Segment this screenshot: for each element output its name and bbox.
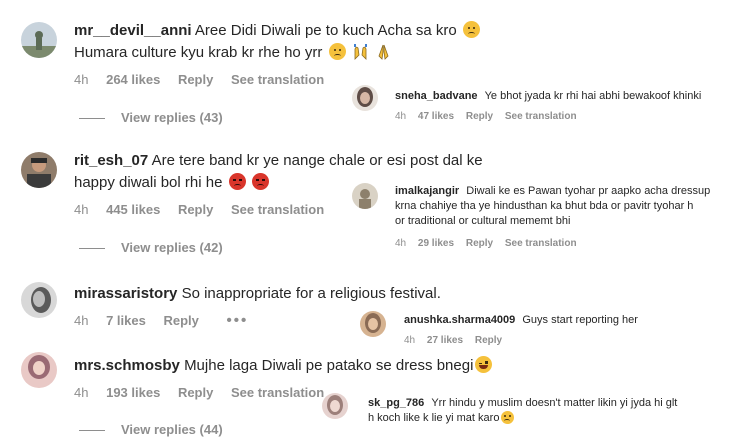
comment-meta: 4h 445 likes Reply See translation (74, 202, 338, 217)
comment-body: Are tere band kr ye nange chale or esi p… (151, 152, 483, 169)
laughing-face-emoji (475, 356, 493, 373)
folded-hands-emoji (375, 43, 392, 60)
likes-count[interactable]: 193 likes (106, 385, 160, 400)
angry-face-emoji (228, 173, 246, 190)
avatar[interactable] (21, 152, 57, 188)
avatar[interactable] (21, 352, 57, 388)
comment-text: mrs.schmosby Mujhe laga Diwali pe patako… (74, 355, 524, 377)
reply-username[interactable]: sneha_badvane (395, 90, 478, 102)
reply-text: anushka.sharma4009 Guys start reporting … (404, 313, 744, 328)
reply-time: 4h (395, 238, 407, 249)
see-translation-button[interactable]: See translation (231, 385, 324, 400)
reply-time: 4h (404, 335, 416, 346)
sad-face-emoji (328, 43, 346, 60)
reply-button[interactable]: Reply (466, 111, 493, 122)
comment-username[interactable]: rit_esh_07 (74, 152, 148, 169)
reply-body: Yrr hindu y muslim doesn't matter likin … (431, 397, 678, 409)
comment-text: mr__devil__anni Aree Didi Diwali pe to k… (74, 20, 524, 42)
see-translation-button[interactable]: See translation (231, 72, 324, 87)
comment-body-line2: happy diwali bol rhi he (74, 174, 223, 191)
view-replies-button[interactable]: View replies (42) (79, 240, 223, 255)
avatar[interactable] (360, 311, 386, 337)
divider-line (79, 430, 105, 432)
divider-line (79, 248, 105, 250)
avatar[interactable] (21, 22, 57, 58)
more-options-icon[interactable]: ••• (227, 312, 249, 329)
comment-body: So inappropriate for a religious festiva… (181, 285, 441, 302)
comment-username[interactable]: mrs.schmosby (74, 357, 180, 374)
comment-time: 4h (74, 72, 89, 87)
comment-body-line2: Humara culture kyu krab kr rhe ho yrr (74, 44, 323, 61)
reply-meta: 4h 27 likes Reply (404, 335, 511, 346)
reply-body-line2: krna chahiye tha ye hindusthan ka bhut b… (395, 200, 694, 212)
likes-count[interactable]: 47 likes (418, 111, 454, 122)
see-translation-button[interactable]: See translation (231, 202, 324, 217)
avatar[interactable] (21, 282, 57, 318)
comment-meta: 4h 264 likes Reply See translation (74, 72, 338, 87)
reply-username[interactable]: anushka.sharma4009 (404, 314, 515, 326)
avatar[interactable] (322, 393, 348, 419)
avatar[interactable] (352, 85, 378, 111)
reply-body: Guys start reporting her (522, 314, 638, 326)
likes-count[interactable]: 7 likes (106, 313, 146, 328)
reply-body: Diwali ke es Pawan tyohar pr aapko acha … (466, 185, 711, 197)
reply-text: imalkajangir Diwali ke es Pawan tyohar p… (395, 184, 740, 229)
likes-count[interactable]: 27 likes (427, 335, 463, 346)
avatar[interactable] (352, 183, 378, 209)
see-translation-button[interactable]: See translation (505, 238, 577, 249)
sad-face-emoji (462, 21, 480, 38)
comment-username[interactable]: mr__devil__anni (74, 22, 192, 39)
comment-meta: 4h 193 likes Reply See translation (74, 385, 338, 400)
reply-body-line3: or traditional or cultural mememt bhi (395, 215, 571, 227)
view-replies-label: View replies (42) (121, 240, 223, 255)
view-replies-label: View replies (43) (121, 110, 223, 125)
reply-button[interactable]: Reply (475, 335, 502, 346)
reply-button[interactable]: Reply (178, 385, 213, 400)
likes-count[interactable]: 445 likes (106, 202, 160, 217)
reply-meta: 4h 47 likes Reply See translation (395, 111, 586, 122)
view-replies-label: View replies (44) (121, 422, 223, 437)
comment-text-line2: Humara culture kyu krab kr rhe ho yrr (74, 42, 524, 64)
comment-time: 4h (74, 385, 89, 400)
reply-username[interactable]: imalkajangir (395, 185, 459, 197)
likes-count[interactable]: 29 likes (418, 238, 454, 249)
reply-meta: 4h 29 likes Reply See translation (395, 238, 586, 249)
reply-username[interactable]: sk_pg_786 (368, 397, 424, 409)
comment-body: Aree Didi Diwali pe to kuch Acha sa kro (194, 22, 457, 39)
reply-button[interactable]: Reply (178, 202, 213, 217)
see-translation-button[interactable]: See translation (505, 111, 577, 122)
reply-button[interactable]: Reply (178, 72, 213, 87)
divider-line (79, 118, 105, 120)
reply-button[interactable]: Reply (163, 313, 198, 328)
raised-hands-emoji (352, 43, 369, 60)
comment-text: mirassaristory So inappropriate for a re… (74, 283, 524, 305)
comment-body: Mujhe laga Diwali pe patako se dress bne… (184, 357, 474, 374)
reply-button[interactable]: Reply (466, 238, 493, 249)
sad-face-emoji (501, 411, 515, 424)
reply-time: 4h (395, 111, 407, 122)
view-replies-button[interactable]: View replies (43) (79, 110, 223, 125)
reply-body-line2: h koch like k lie yi mat karo (368, 412, 500, 424)
comment-time: 4h (74, 313, 89, 328)
reply-text: sneha_badvane Ye bhot jyada kr rhi hai a… (395, 89, 740, 104)
reply-body: Ye bhot jyada kr rhi hai abhi bewakoof k… (484, 90, 702, 102)
comment-meta: 4h 7 likes Reply ••• (74, 312, 262, 329)
angry-face-emoji (251, 173, 269, 190)
view-replies-button[interactable]: View replies (44) (79, 422, 223, 437)
reply-text: sk_pg_786 Yrr hindu y muslim doesn't mat… (368, 396, 740, 426)
comment-time: 4h (74, 202, 89, 217)
comment-username[interactable]: mirassaristory (74, 285, 177, 302)
comment-text: rit_esh_07 Are tere band kr ye nange cha… (74, 150, 524, 172)
likes-count[interactable]: 264 likes (106, 72, 160, 87)
